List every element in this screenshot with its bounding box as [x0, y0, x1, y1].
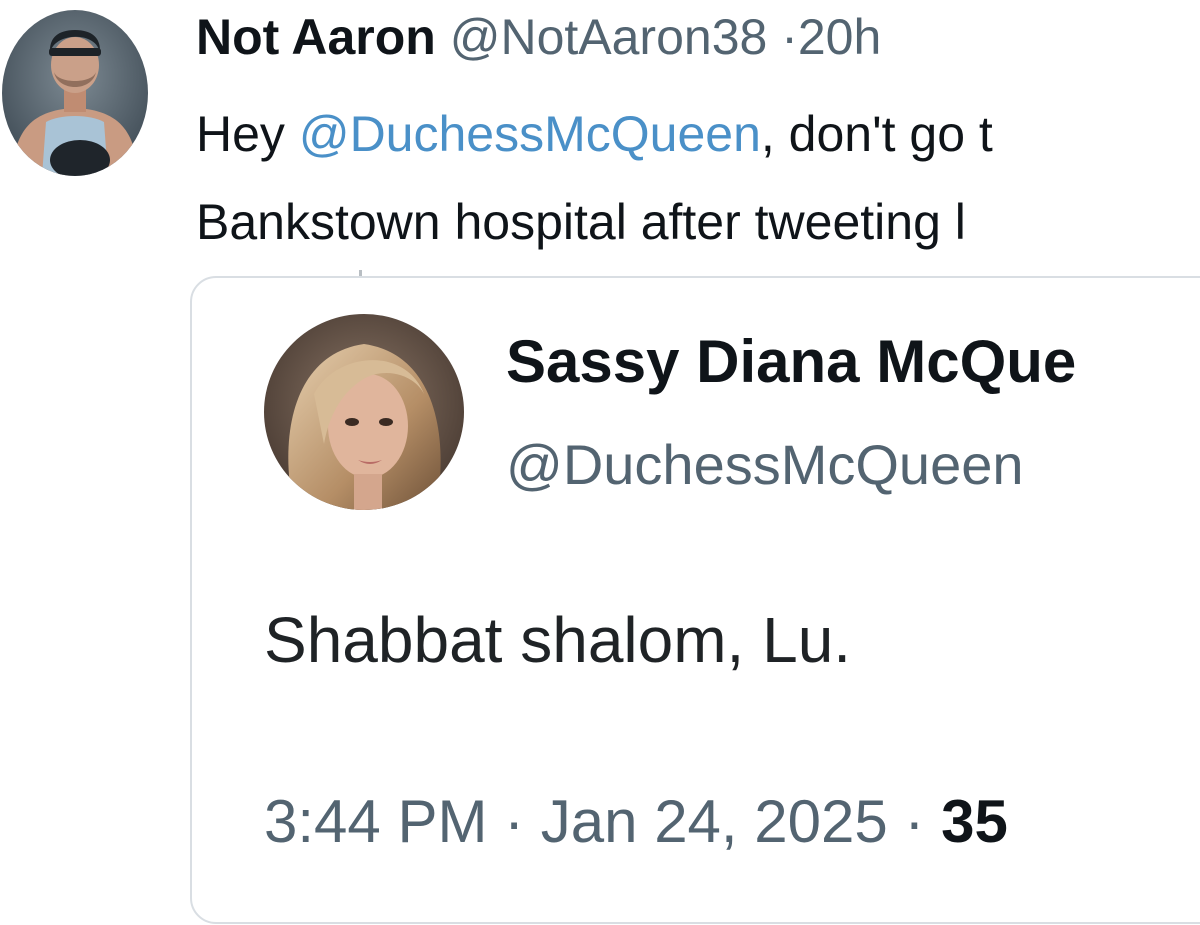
tweet-text: Hey @DuchessMcQueen, don't go t Bankstow… — [196, 90, 1200, 266]
author-display-name[interactable]: Not Aaron — [196, 9, 436, 65]
quoted-tweet-text: Shabbat shalom, Lu. — [264, 604, 852, 676]
quoted-tweet-card[interactable]: Sassy Diana McQue @DuchessMcQueen Shabba… — [190, 276, 1200, 924]
quoted-author-avatar[interactable] — [264, 314, 464, 510]
tweet-text-line-1: Hey @DuchessMcQueen, don't go t — [196, 90, 1200, 178]
author-avatar[interactable] — [2, 10, 148, 176]
views-count: 35 — [941, 788, 1008, 855]
meta-separator-2: · — [904, 788, 925, 855]
tweet-text-line-2: Bankstown hospital after tweeting l — [196, 194, 966, 250]
user-avatar-photo-icon — [2, 10, 148, 176]
tweet-text-prefix: Hey — [196, 106, 299, 162]
author-handle[interactable]: @NotAaron38 — [450, 9, 768, 65]
quoted-tweet-meta: 3:44 PM · Jan 24, 2025 · 35 — [264, 786, 1008, 858]
meta-separator-1: · — [504, 788, 525, 855]
quoted-tweet-date[interactable]: Jan 24, 2025 — [541, 788, 888, 855]
tweet-text-suffix: , don't go t — [760, 106, 993, 162]
quoted-author-handle[interactable]: @DuchessMcQueen — [506, 430, 1024, 500]
header-separator: · — [781, 9, 798, 65]
quoted-author-display-name[interactable]: Sassy Diana McQue — [506, 326, 1076, 398]
user-avatar-photo-icon — [264, 314, 464, 510]
tweet-header: Not Aaron @NotAaron38 ·20h — [196, 4, 881, 70]
tweet-time[interactable]: 20h — [798, 9, 881, 65]
quoted-tweet-time[interactable]: 3:44 PM — [264, 788, 487, 855]
mention-link[interactable]: @DuchessMcQueen — [299, 106, 761, 162]
